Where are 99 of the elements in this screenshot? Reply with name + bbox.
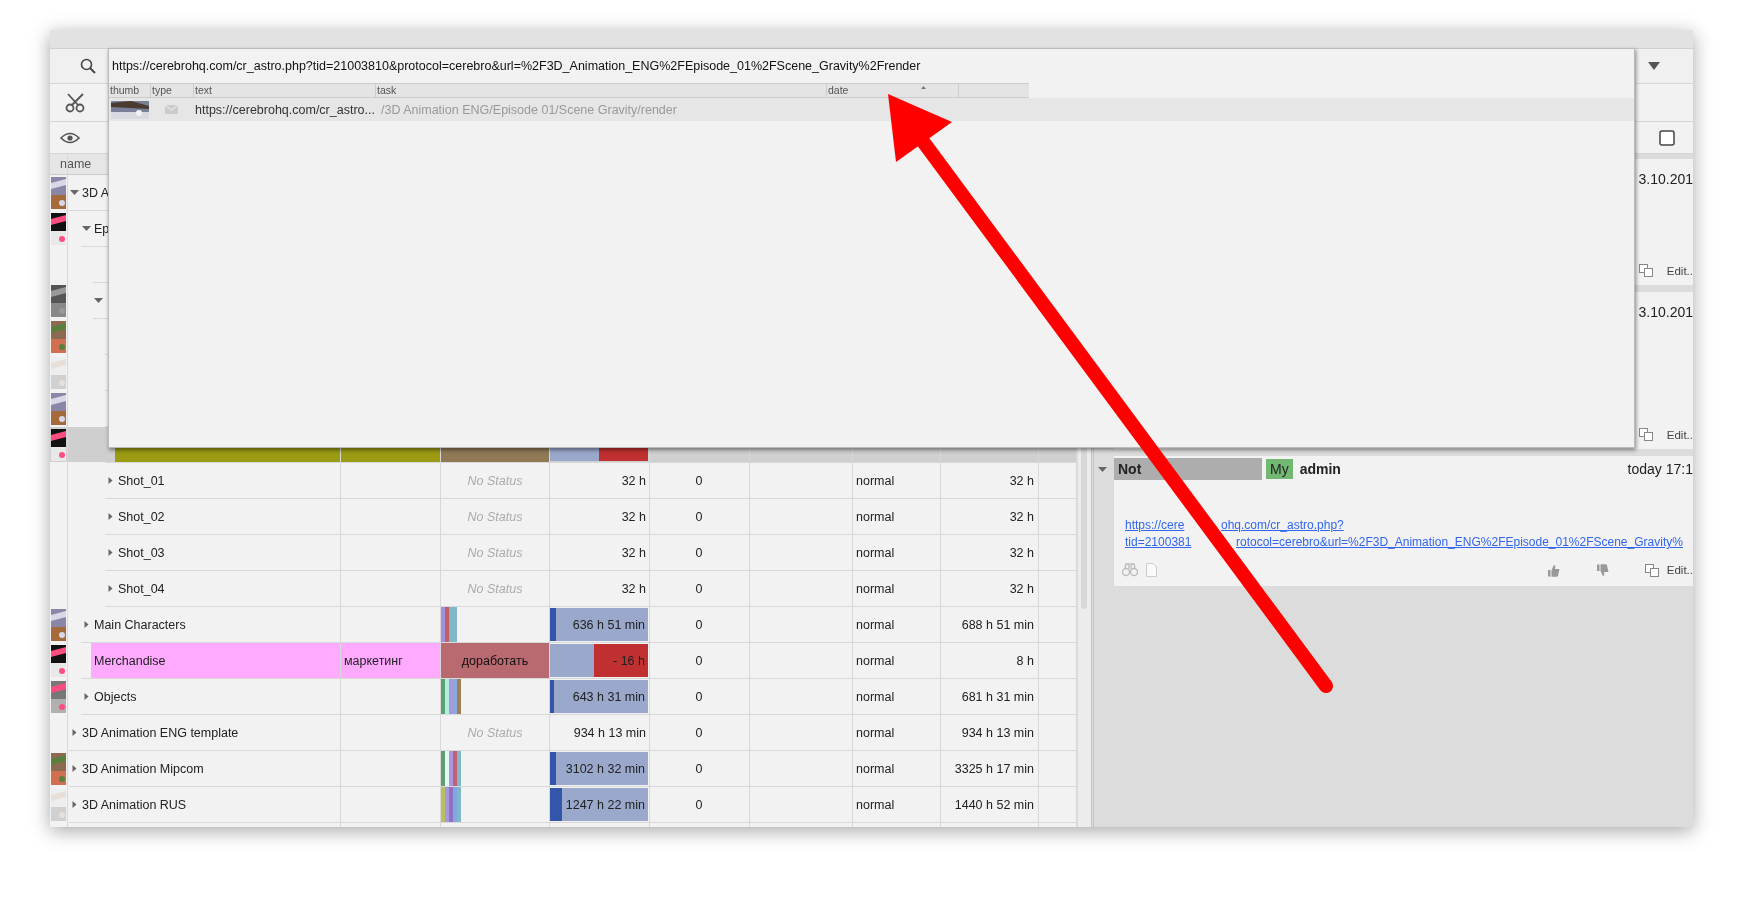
count-text: 0 bbox=[695, 797, 703, 812]
time-text: 934 h 13 min bbox=[573, 725, 647, 740]
total-text: 934 h 13 min bbox=[961, 725, 1034, 740]
total-text: 8 h bbox=[1016, 653, 1034, 668]
time-text: 32 h bbox=[621, 473, 647, 488]
status-text: No Status bbox=[467, 545, 523, 560]
status-mix-bar bbox=[441, 751, 461, 786]
column-header[interactable]: text bbox=[194, 84, 376, 97]
count-text: 0 bbox=[695, 617, 703, 632]
total-text: 32 h bbox=[1009, 509, 1034, 524]
time-text: 636 h 51 min bbox=[572, 617, 646, 632]
priority-text: normal bbox=[856, 509, 895, 524]
scissors-icon[interactable] bbox=[65, 92, 87, 113]
edit-link[interactable]: Edit.. bbox=[1666, 428, 1693, 441]
result-task: /3D Animation ENG/Episode 01/Scene Gravity/render bbox=[380, 102, 677, 117]
search-icon[interactable] bbox=[80, 58, 96, 74]
column-header[interactable]: task bbox=[376, 84, 827, 97]
note-time: today 17:1 bbox=[1627, 461, 1693, 477]
total-text: 688 h 51 min bbox=[961, 617, 1034, 632]
thumbs-down-icon[interactable] bbox=[1595, 563, 1609, 577]
row-name[interactable]: 3D A bbox=[82, 185, 110, 200]
search-field[interactable]: https://cerebrohq.com/cr_astro.php?tid=21003810&protocol=cerebro&url=%2F3D_Animation_ENG%2FEpisode_01%2FScene_Gravity%2Frender bbox=[109, 49, 1634, 83]
priority-text: normal bbox=[856, 797, 895, 812]
status-text: No Status bbox=[467, 725, 523, 740]
note-link[interactable]: https://cere bbox=[1125, 517, 1185, 534]
column-header[interactable]: thumb bbox=[109, 84, 151, 97]
dropdown-arrow-icon[interactable] bbox=[1648, 61, 1660, 71]
edit-link[interactable]: Edit.. bbox=[1666, 564, 1693, 576]
total-text: 32 h bbox=[1009, 581, 1034, 596]
row-name[interactable]: Main Characters bbox=[94, 617, 186, 632]
row-name[interactable]: Shot_02 bbox=[118, 509, 165, 524]
expander-icon[interactable] bbox=[1098, 464, 1107, 474]
search-result[interactable]: https://cerebrohq.com/cr_astro... /3D Animation ENG/Episode 01/Scene Gravity/render bbox=[109, 98, 1634, 121]
message-date: 3.10.201 bbox=[1638, 171, 1693, 187]
time-text: 32 h bbox=[621, 545, 647, 560]
count-text: 0 bbox=[695, 761, 703, 776]
total-text: 3325 h 17 min bbox=[954, 761, 1034, 776]
name-cell: Merchandise bbox=[91, 643, 340, 678]
time-text: 1247 h 22 min bbox=[565, 797, 646, 812]
status-text: No Status bbox=[467, 581, 523, 596]
status-mix-bar bbox=[441, 787, 461, 822]
priority-text: normal bbox=[856, 653, 895, 668]
count-text: 0 bbox=[695, 653, 703, 668]
total-text: 32 h bbox=[1009, 473, 1034, 488]
count-text: 0 bbox=[695, 581, 703, 596]
expander-icon[interactable] bbox=[81, 224, 91, 233]
total-text: 1440 h 52 min bbox=[954, 797, 1034, 812]
translate-icon[interactable] bbox=[1644, 563, 1659, 577]
expander-icon[interactable] bbox=[93, 296, 103, 305]
row-name[interactable]: Objects bbox=[94, 689, 137, 704]
my-badge: My bbox=[1266, 459, 1293, 479]
priority-text: normal bbox=[856, 581, 895, 596]
note-link[interactable]: tid=2100381 bbox=[1125, 534, 1192, 551]
total-text: 681 h 31 min bbox=[961, 689, 1034, 704]
column-header[interactable]: type bbox=[151, 84, 194, 97]
time-text: 3102 h 32 min bbox=[565, 761, 646, 776]
status-mix-bar bbox=[441, 679, 461, 714]
status-text: No Status bbox=[467, 509, 523, 524]
row-name[interactable]: 3D Animation ENG template bbox=[82, 725, 239, 740]
row-name[interactable]: 3D Animation Mipcom bbox=[82, 761, 204, 776]
note-link[interactable]: ohq.com/cr_astro.php? bbox=[1221, 517, 1344, 534]
author-name: admin bbox=[1299, 461, 1341, 477]
row-name[interactable]: Shot_03 bbox=[118, 545, 165, 560]
translate-icon[interactable] bbox=[1638, 264, 1653, 277]
priority-text: normal bbox=[856, 761, 895, 776]
priority-text: normal bbox=[856, 545, 895, 560]
edit-link[interactable]: Edit.. bbox=[1666, 264, 1693, 277]
mail-icon bbox=[165, 105, 178, 114]
row-name[interactable]: Shot_04 bbox=[118, 581, 165, 596]
sort-caret-icon[interactable] bbox=[921, 86, 926, 89]
count-text: 0 bbox=[695, 689, 703, 704]
checkbox-icon[interactable] bbox=[1659, 129, 1675, 146]
priority-text: normal bbox=[856, 725, 895, 740]
thumbs-up-icon[interactable] bbox=[1546, 563, 1560, 577]
note-link[interactable]: rotocol=cerebro&url=%2F3D_Animation_ENG%2FEpisode_01%2FScene_Gravity% bbox=[1236, 534, 1683, 551]
row-name[interactable]: 3D Animation RUS bbox=[82, 797, 187, 812]
count-text: 0 bbox=[695, 473, 703, 488]
count-text: 0 bbox=[695, 545, 703, 560]
time-text: - 16 h bbox=[613, 653, 646, 668]
priority-text: normal bbox=[856, 617, 895, 632]
status-text: No Status bbox=[467, 473, 523, 488]
time-text: 643 h 31 min bbox=[572, 689, 646, 704]
eye-icon[interactable] bbox=[60, 131, 80, 144]
time-text: 32 h bbox=[621, 509, 647, 524]
tag-cell: маркетинг bbox=[340, 643, 440, 678]
expander-icon[interactable] bbox=[69, 188, 79, 197]
row-name[interactable]: Shot_01 bbox=[118, 473, 165, 488]
status-label[interactable]: доработать bbox=[441, 643, 549, 678]
total-text: 32 h bbox=[1009, 545, 1034, 560]
status-mix-bar bbox=[441, 607, 457, 642]
count-text: 0 bbox=[695, 509, 703, 524]
translate-icon[interactable] bbox=[1638, 428, 1653, 441]
time-text: 32 h bbox=[621, 581, 647, 596]
priority-text: normal bbox=[856, 473, 895, 488]
result-text: https://cerebrohq.com/cr_astro... bbox=[195, 102, 375, 117]
message-date: 3.10.201 bbox=[1638, 304, 1693, 320]
priority-text: normal bbox=[856, 689, 895, 704]
count-text: 0 bbox=[695, 725, 703, 740]
column-header[interactable]: name bbox=[60, 157, 92, 171]
